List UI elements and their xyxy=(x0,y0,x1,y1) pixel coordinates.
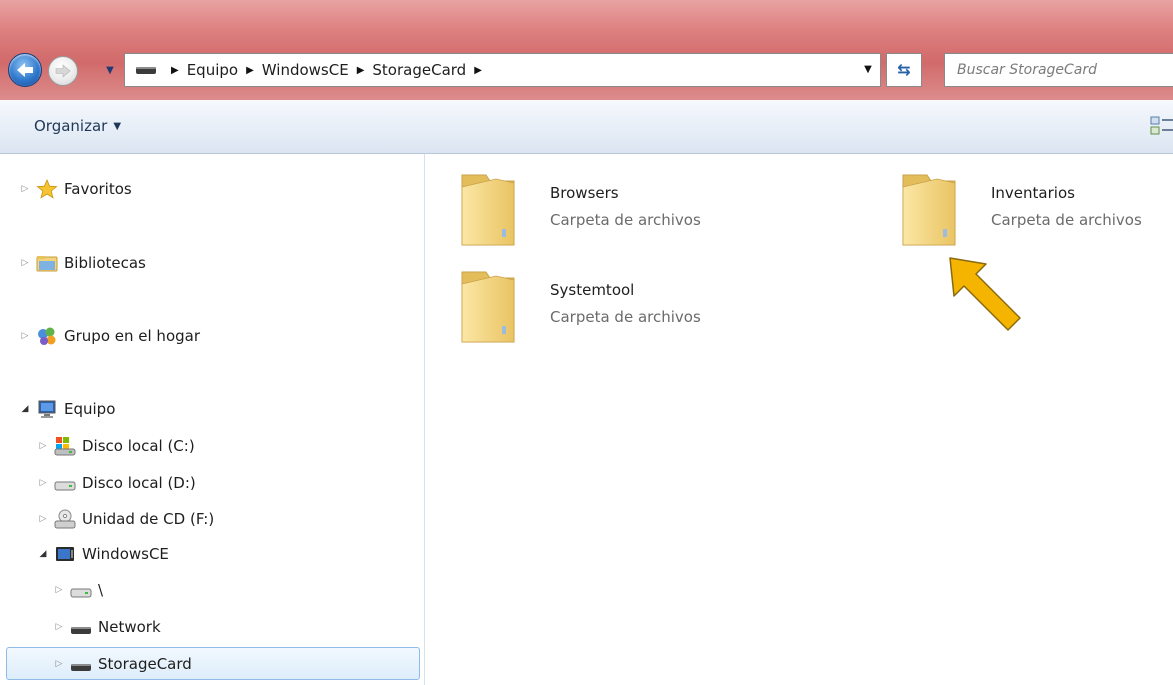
forward-arrow-icon xyxy=(55,64,71,78)
nav-item-label: Bibliotecas xyxy=(64,254,146,272)
folder-icon xyxy=(461,174,515,246)
command-bar: Organizar ▼ xyxy=(0,100,1173,154)
nav-item-network[interactable]: ▷ Network xyxy=(52,612,161,642)
folder-name: Browsers xyxy=(550,184,619,202)
nav-item-unidad-cd[interactable]: ▷ Unidad de CD (F:) xyxy=(36,504,214,534)
expand-arrow-icon[interactable]: ▷ xyxy=(36,514,50,524)
nav-item-grupo-hogar[interactable]: ▷ Grupo en el hogar xyxy=(18,321,200,351)
nav-item-equipo[interactable]: ◢ Equipo xyxy=(18,394,115,424)
breadcrumb-label: Equipo xyxy=(186,61,239,79)
nav-item-favoritos[interactable]: ▷ Favoritos xyxy=(18,174,132,204)
nav-item-label: \ xyxy=(98,581,104,599)
cd-drive-icon xyxy=(54,509,76,529)
title-bar: ▼ ▶ Equipo ▶ WindowsCE ▶ StorageCard ▶ ▼ ⇆ … xyxy=(0,0,1173,100)
organize-button[interactable]: Organizar ▼ xyxy=(34,117,121,135)
folder-item[interactable]: Inventarios Carpeta de archivos xyxy=(867,154,1173,246)
refresh-button[interactable]: ⇆ xyxy=(886,53,922,87)
expand-arrow-icon[interactable]: ▷ xyxy=(36,478,50,488)
folder-type: Carpeta de archivos xyxy=(550,211,701,229)
collapse-arrow-icon[interactable]: ◢ xyxy=(18,404,32,414)
nav-item-label: Favoritos xyxy=(64,180,132,198)
expand-arrow-icon[interactable]: ▷ xyxy=(36,441,50,451)
nav-item-label: Grupo en el hogar xyxy=(64,327,200,345)
libraries-icon xyxy=(36,253,58,273)
nav-item-disco-d[interactable]: ▷ Disco local (D:) xyxy=(36,468,196,498)
address-bar[interactable]: ▶ Equipo ▶ WindowsCE ▶ StorageCard ▶ ▼ xyxy=(124,53,881,87)
nav-item-storagecard[interactable]: ▷ StorageCard xyxy=(6,647,420,680)
nav-item-label: Unidad de CD (F:) xyxy=(82,510,215,528)
search-input[interactable]: Buscar StorageCard xyxy=(944,53,1173,87)
homegroup-icon xyxy=(36,326,58,346)
nav-item-windowsce[interactable]: ◢ WindowsCE xyxy=(36,539,169,569)
breadcrumb-storagecard[interactable]: StorageCard ▶ xyxy=(372,61,489,79)
chevron-right-icon[interactable]: ▶ xyxy=(246,65,254,76)
recent-pages-dropdown[interactable]: ▼ xyxy=(103,63,117,79)
folder-type: Carpeta de archivos xyxy=(991,211,1142,229)
nav-item-label: WindowsCE xyxy=(82,545,169,563)
refresh-icon: ⇆ xyxy=(897,60,911,79)
chevron-right-icon[interactable]: ▶ xyxy=(474,65,482,76)
nav-item-label: Disco local (D:) xyxy=(82,474,196,492)
drive-icon xyxy=(70,617,92,637)
chevron-right-icon[interactable]: ▶ xyxy=(357,65,365,76)
drive-icon xyxy=(70,654,92,674)
nav-item-label: Disco local (C:) xyxy=(82,437,195,455)
breadcrumb-label: WindowsCE xyxy=(261,61,349,79)
folder-item[interactable]: Systemtool Carpeta de archivos xyxy=(426,251,766,343)
expand-arrow-icon[interactable]: ▷ xyxy=(18,184,32,194)
computer-icon xyxy=(36,399,58,419)
nav-item-label: StorageCard xyxy=(98,654,192,673)
folder-name: Systemtool xyxy=(550,281,635,299)
expand-arrow-icon[interactable]: ▷ xyxy=(18,331,32,341)
folder-icon xyxy=(461,271,515,343)
drive-icon xyxy=(54,473,76,493)
star-icon xyxy=(36,179,58,199)
nav-item-label: Network xyxy=(98,618,161,636)
file-list: Browsers Carpeta de archivos Inventarios… xyxy=(426,154,1173,685)
breadcrumb-root-separator[interactable]: ▶ xyxy=(163,65,187,76)
folder-icon xyxy=(902,174,956,246)
nav-item-bibliotecas[interactable]: ▷ Bibliotecas xyxy=(18,248,146,278)
address-dropdown-icon[interactable]: ▼ xyxy=(860,62,876,78)
device-icon xyxy=(54,544,76,564)
expand-arrow-icon[interactable]: ▷ xyxy=(52,659,66,669)
chevron-down-icon: ▼ xyxy=(113,120,122,132)
expand-arrow-icon[interactable]: ▷ xyxy=(18,258,32,268)
back-button[interactable] xyxy=(8,53,42,87)
navigation-pane: ▷ Favoritos ▷ Bibliotecas ▷ Grupo en el … xyxy=(0,154,425,685)
collapse-arrow-icon[interactable]: ◢ xyxy=(36,549,50,559)
nav-item-label: Equipo xyxy=(64,400,116,418)
nav-item-root[interactable]: ▷ \ xyxy=(52,575,104,605)
back-arrow-icon xyxy=(17,63,33,77)
nav-item-disco-c[interactable]: ▷ Disco local (C:) xyxy=(36,431,195,461)
breadcrumb-equipo[interactable]: Equipo ▶ xyxy=(187,61,262,79)
system-drive-icon xyxy=(54,436,76,456)
folder-item[interactable]: Browsers Carpeta de archivos xyxy=(426,154,766,246)
folder-name: Inventarios xyxy=(991,184,1075,202)
change-view-icon[interactable] xyxy=(1150,114,1173,138)
breadcrumb-windowsce[interactable]: WindowsCE ▶ xyxy=(262,61,373,79)
organize-label: Organizar xyxy=(34,117,108,135)
search-placeholder: Buscar StorageCard xyxy=(957,62,1098,78)
expand-arrow-icon[interactable]: ▷ xyxy=(52,622,66,632)
folder-type: Carpeta de archivos xyxy=(550,308,701,326)
pointer-arrow-icon xyxy=(949,257,1021,331)
breadcrumb-label: StorageCard xyxy=(372,61,467,79)
drive-icon xyxy=(136,67,156,74)
drive-icon xyxy=(70,580,92,600)
expand-arrow-icon[interactable]: ▷ xyxy=(52,585,66,595)
forward-button[interactable] xyxy=(48,56,78,86)
